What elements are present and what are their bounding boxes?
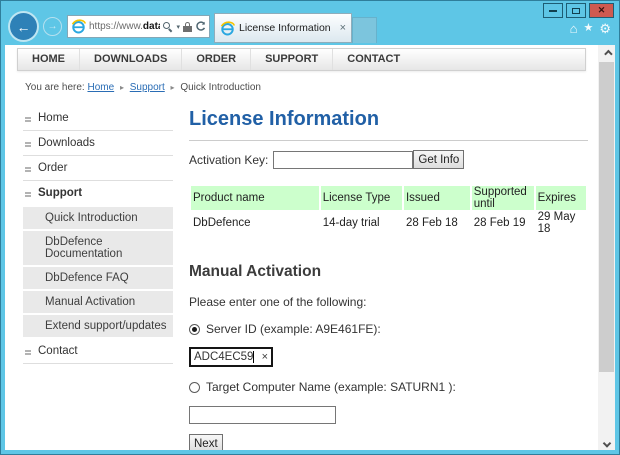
- sidebar-item-dbdefence-faq[interactable]: DbDefence FAQ: [23, 267, 173, 289]
- main-content: License Information Activation Key: Get …: [189, 106, 588, 450]
- activation-key-row: Activation Key: Get Info: [189, 150, 588, 169]
- minimize-icon: [549, 10, 557, 12]
- page-content: HOME DOWNLOADS ORDER SUPPORT CONTACT You…: [5, 45, 598, 450]
- activation-key-input[interactable]: [273, 151, 413, 169]
- page-viewport: HOME DOWNLOADS ORDER SUPPORT CONTACT You…: [5, 45, 615, 450]
- star-favorites-icon[interactable]: ★: [583, 23, 593, 34]
- tab-close-icon[interactable]: ×: [340, 23, 346, 34]
- back-button[interactable]: ←: [10, 13, 37, 40]
- browser-toolbar: ← → https://www.databa... ▾: [10, 13, 619, 43]
- cell-product-name: DbDefence: [191, 210, 319, 236]
- server-id-input[interactable]: ADC4EC59 ×: [189, 347, 273, 367]
- nav-item-contact[interactable]: CONTACT: [333, 49, 414, 70]
- refresh-icon[interactable]: [195, 21, 206, 32]
- ie-logo-icon: [71, 19, 86, 34]
- server-id-value: ADC4EC59: [194, 351, 253, 363]
- browser-window: ✕ ← → https://www.databa... ▾: [0, 0, 620, 455]
- page-title: License Information: [189, 108, 588, 131]
- breadcrumb-separator-icon: ▸: [168, 83, 178, 92]
- cell-issued: 28 Feb 18: [404, 210, 470, 236]
- col-issued: Issued: [404, 186, 470, 210]
- sidebar-item-dbdefence-documentation[interactable]: DbDefence Documentation: [23, 231, 173, 265]
- address-bar[interactable]: https://www.databa... ▾: [67, 15, 210, 38]
- site-nav: HOME DOWNLOADS ORDER SUPPORT CONTACT: [17, 48, 586, 71]
- divider: [189, 140, 588, 141]
- col-product-name: Product name: [191, 186, 319, 210]
- bullet-icon: [25, 192, 31, 197]
- home-icon[interactable]: ⌂: [570, 22, 578, 35]
- next-button[interactable]: Next: [189, 434, 223, 450]
- server-id-radio-row: Server ID (example: A9E461FE):: [189, 322, 588, 336]
- forward-button[interactable]: →: [43, 17, 62, 36]
- sidebar-item-support[interactable]: Support: [23, 181, 173, 205]
- sidebar-item-contact[interactable]: Contact: [23, 339, 173, 364]
- breadcrumb-prefix: You are here:: [25, 82, 85, 93]
- breadcrumb-link-support[interactable]: Support: [130, 82, 165, 93]
- sidebar-item-order[interactable]: Order: [23, 156, 173, 181]
- forward-arrow-icon: →: [48, 21, 58, 32]
- new-tab-button[interactable]: [352, 17, 377, 43]
- bullet-icon: [25, 117, 31, 122]
- scroll-up-button[interactable]: [598, 45, 615, 62]
- text-cursor: [253, 351, 254, 363]
- cell-license-type: 14-day trial: [321, 210, 402, 236]
- col-license-type: License Type: [321, 186, 402, 210]
- server-id-radio-label: Server ID (example: A9E461FE):: [206, 322, 381, 336]
- search-icon[interactable]: [163, 22, 173, 32]
- sidebar-item-manual-activation[interactable]: Manual Activation: [23, 291, 173, 313]
- license-table-header-row: Product name License Type Issued Support…: [191, 186, 586, 210]
- col-expires: Expires: [536, 186, 586, 210]
- license-table-row: DbDefence 14-day trial 28 Feb 18 28 Feb …: [191, 210, 586, 236]
- sidebar: Home Downloads Order Support Quick Intro…: [23, 106, 173, 450]
- sidebar-item-quick-introduction[interactable]: Quick Introduction: [23, 207, 173, 229]
- cell-supported-until: 28 Feb 19: [472, 210, 534, 236]
- breadcrumb-separator-icon: ▸: [117, 83, 127, 92]
- close-icon: ✕: [598, 6, 606, 15]
- back-arrow-icon: ←: [17, 19, 31, 35]
- col-supported-until: Supported until: [472, 186, 534, 210]
- sidebar-item-home[interactable]: Home: [23, 106, 173, 131]
- bullet-icon: [25, 142, 31, 147]
- minimize-button[interactable]: [543, 3, 563, 18]
- server-id-radio[interactable]: [189, 324, 200, 335]
- scrollbar-thumb[interactable]: [599, 62, 614, 372]
- chevron-down-icon[interactable]: ▾: [176, 23, 180, 31]
- manual-activation-intro: Please enter one of the following:: [189, 295, 588, 309]
- maximize-button[interactable]: [566, 3, 586, 18]
- url-text: https://www.databa...: [89, 21, 160, 32]
- clear-input-icon[interactable]: ×: [262, 352, 268, 363]
- close-button[interactable]: ✕: [589, 3, 614, 18]
- lock-icon: [183, 22, 192, 32]
- window-controls: ✕: [543, 3, 614, 18]
- bullet-icon: [25, 350, 31, 355]
- sidebar-item-extend-support[interactable]: Extend support/updates: [23, 315, 173, 337]
- nav-item-downloads[interactable]: DOWNLOADS: [80, 49, 182, 70]
- computer-name-radio-row: Target Computer Name (example: SATURN1 )…: [189, 380, 588, 394]
- computer-name-radio-label: Target Computer Name (example: SATURN1 )…: [206, 380, 456, 394]
- breadcrumb-link-home[interactable]: Home: [87, 82, 114, 93]
- computer-name-radio[interactable]: [189, 382, 200, 393]
- computer-name-input[interactable]: [189, 406, 336, 424]
- tab-license-information[interactable]: License Information ×: [214, 13, 352, 43]
- gear-settings-icon[interactable]: ⚙: [599, 22, 611, 35]
- cell-expires: 29 May 18: [536, 210, 586, 236]
- chevron-down-icon: [602, 439, 610, 447]
- breadcrumb: You are here: Home ▸ Support ▸ Quick Int…: [25, 82, 598, 93]
- breadcrumb-current: Quick Introduction: [180, 82, 261, 93]
- tab-title: License Information: [239, 22, 331, 34]
- chevron-up-icon: [604, 49, 612, 57]
- sidebar-item-downloads[interactable]: Downloads: [23, 131, 173, 156]
- license-table: Product name License Type Issued Support…: [189, 186, 588, 236]
- get-info-button[interactable]: Get Info: [413, 150, 464, 169]
- bullet-icon: [25, 167, 31, 172]
- ie-logo-icon: [220, 21, 235, 36]
- scroll-down-button[interactable]: [598, 433, 615, 450]
- nav-item-order[interactable]: ORDER: [182, 49, 251, 70]
- manual-activation-title: Manual Activation: [189, 263, 588, 281]
- nav-item-support[interactable]: SUPPORT: [251, 49, 333, 70]
- nav-item-home[interactable]: HOME: [18, 49, 80, 70]
- vertical-scrollbar[interactable]: [598, 45, 615, 450]
- activation-key-label: Activation Key:: [189, 153, 268, 167]
- maximize-icon: [572, 8, 580, 14]
